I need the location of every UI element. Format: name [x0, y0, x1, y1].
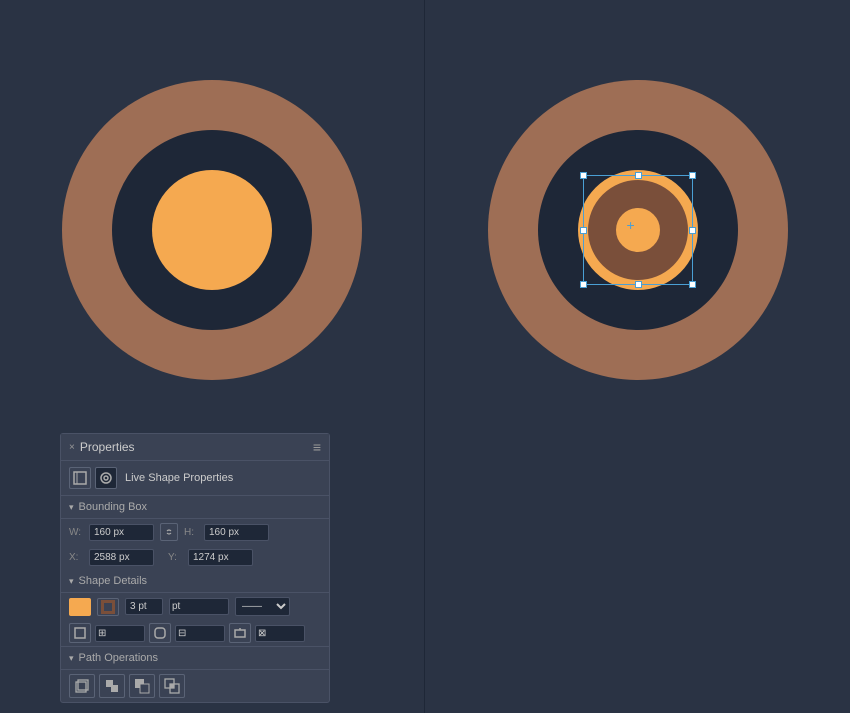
- corner-shape-btn[interactable]: [149, 623, 171, 643]
- ring-shape[interactable]: [588, 180, 688, 280]
- shape-chevron-icon: ▾: [69, 576, 74, 587]
- left-canvas-area: [0, 30, 424, 430]
- path-ops-chevron-icon: ▾: [69, 653, 74, 664]
- left-circle-inner: [152, 170, 272, 290]
- stroke-preview: [101, 600, 115, 614]
- properties-panel: × Properties ≡ Live Shape Properties: [60, 433, 330, 703]
- stroke-unit-select[interactable]: pt px: [169, 598, 229, 615]
- panel-menu-icon[interactable]: ≡: [313, 439, 321, 455]
- close-icon[interactable]: ×: [69, 442, 75, 453]
- stroke-icon[interactable]: [97, 598, 119, 616]
- bounding-box-label: Bounding Box: [79, 501, 148, 513]
- w-label: W:: [69, 527, 83, 538]
- panel-tabs: Live Shape Properties: [61, 461, 329, 496]
- h-input[interactable]: [204, 524, 269, 541]
- panel-titlebar-left: × Properties: [69, 440, 135, 454]
- path-ops-header[interactable]: ▾ Path Operations: [61, 647, 329, 670]
- tab-live-shape-label: Live Shape Properties: [125, 472, 233, 484]
- align-shape-btn[interactable]: [229, 623, 251, 643]
- w-input[interactable]: [89, 524, 154, 541]
- left-canvas: × Properties ≡ Live Shape Properties: [0, 0, 425, 713]
- stroke-width-input[interactable]: [125, 598, 163, 615]
- shape-icon-row: ⊞ ⊟ ⊠: [61, 620, 329, 646]
- y-label: Y:: [168, 552, 182, 563]
- fill-color-swatch[interactable]: [69, 598, 91, 616]
- shape-align-select[interactable]: ⊞: [95, 625, 145, 642]
- bounding-box-header[interactable]: ▾ Bounding Box: [61, 496, 329, 519]
- corner-select[interactable]: ⊟: [175, 625, 225, 642]
- path-ops-buttons-row: [61, 670, 329, 702]
- right-canvas: [425, 0, 850, 713]
- y-input[interactable]: [188, 549, 253, 566]
- path-op-intersect-btn[interactable]: [159, 674, 185, 698]
- left-circles: [62, 80, 362, 380]
- path-op-new-layer-btn[interactable]: [69, 674, 95, 698]
- align2-select[interactable]: ⊠: [255, 625, 305, 642]
- shape-details-header[interactable]: ▾ Shape Details: [61, 570, 329, 593]
- color-stroke-row: pt px —— - - -: [61, 593, 329, 620]
- shape-details-label: Shape Details: [79, 575, 148, 587]
- path-op-add-btn[interactable]: [99, 674, 125, 698]
- stroke-line-select[interactable]: —— - - -: [235, 597, 290, 616]
- panel-title: Properties: [80, 440, 135, 454]
- link-dimensions-icon[interactable]: [160, 523, 178, 541]
- tab-live-shape-icon[interactable]: [95, 467, 117, 489]
- wh-fields-row: W: H:: [61, 519, 329, 545]
- x-label: X:: [69, 552, 83, 563]
- path-op-subtract-btn[interactable]: [129, 674, 155, 698]
- tab-canvas-icon[interactable]: [69, 467, 91, 489]
- right-circles: [488, 80, 788, 380]
- panel-titlebar: × Properties ≡: [61, 434, 329, 461]
- x-input[interactable]: [89, 549, 154, 566]
- rect-shape-btn[interactable]: [69, 623, 91, 643]
- right-canvas-area: [425, 30, 850, 430]
- h-label: H:: [184, 527, 198, 538]
- path-ops-label: Path Operations: [79, 652, 159, 664]
- chevron-icon: ▾: [69, 502, 74, 513]
- xy-fields-row: X: Y:: [61, 545, 329, 570]
